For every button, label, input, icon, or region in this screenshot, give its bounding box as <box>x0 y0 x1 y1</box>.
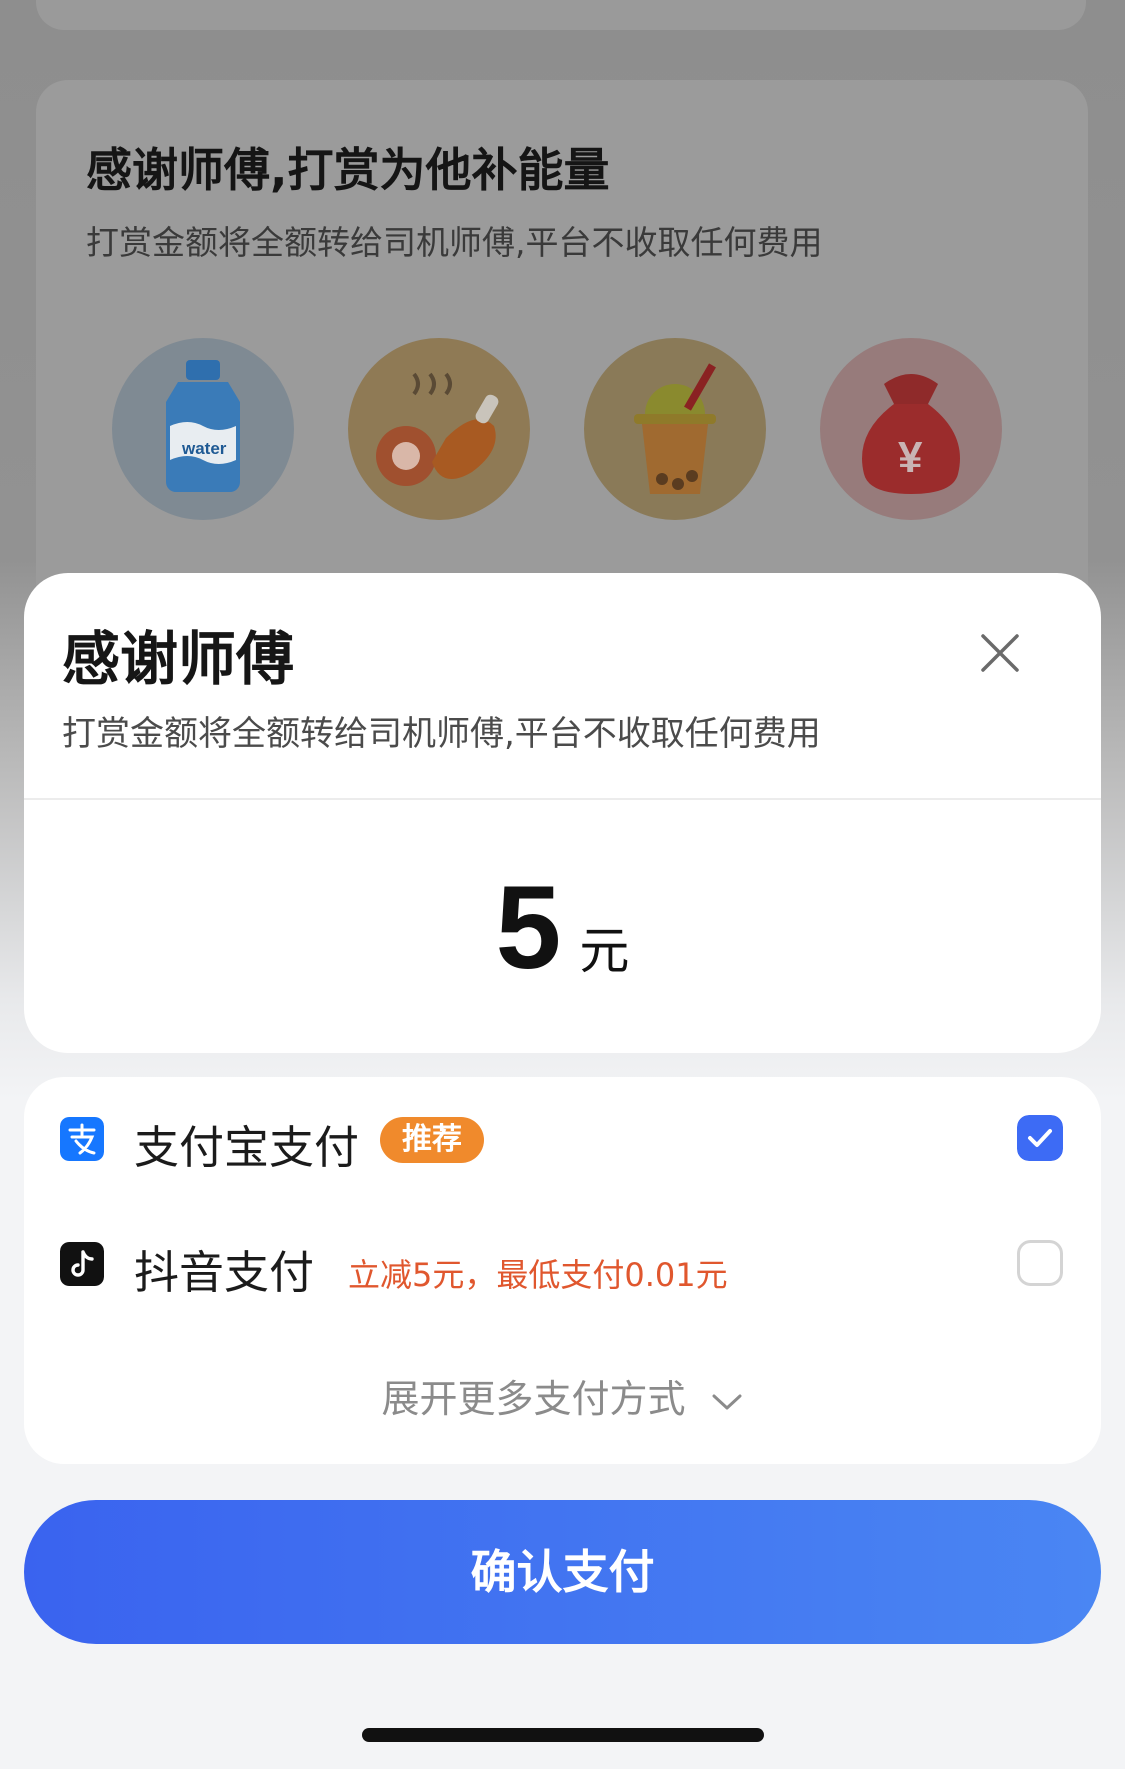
close-button[interactable] <box>975 628 1025 678</box>
svg-text:¥: ¥ <box>898 433 923 482</box>
promo-text: 立减5元，最低支付0.01元 <box>348 1256 728 1294</box>
payment-option-douyin[interactable]: 抖音支付 立减5元，最低支付0.01元 <box>60 1232 1070 1302</box>
water-bottle-icon: water <box>166 360 240 492</box>
gift-chicken <box>348 338 530 520</box>
milk-tea-icon <box>634 363 716 494</box>
chicken-leg-icon <box>376 372 499 486</box>
gift-milk-tea <box>584 338 766 520</box>
sheet-subtitle: 打赏金额将全额转给司机师傅,平台不收取任何费用 <box>62 714 821 754</box>
divider <box>24 798 1101 800</box>
confirm-payment-button[interactable]: 确认支付 <box>24 1500 1101 1644</box>
expand-label: 展开更多支付方式 <box>381 1377 686 1421</box>
tip-amount: 5元 <box>0 860 1125 996</box>
chevron-down-icon <box>712 1394 742 1409</box>
home-indicator <box>362 1728 764 1742</box>
expand-more-payment-methods[interactable]: 展开更多支付方式 <box>0 1368 1125 1423</box>
amount-value: 5 <box>495 862 562 994</box>
sheet-title: 感谢师傅 <box>62 625 295 693</box>
gift-money-bag: ¥ <box>820 338 1002 520</box>
payment-label: 支付宝支付 <box>134 1121 360 1174</box>
background-card-top <box>36 0 1086 30</box>
close-icon <box>981 634 1019 672</box>
payment-option-alipay[interactable]: 支付宝支付 推荐 <box>60 1107 1070 1177</box>
recommended-badge: 推荐 <box>380 1117 484 1163</box>
douyin-icon <box>60 1242 104 1286</box>
amount-unit: 元 <box>579 922 630 980</box>
background-subtitle: 打赏金额将全额转给司机师傅,平台不收取任何费用 <box>86 223 823 262</box>
background-title: 感谢师傅,打赏为他补能量 <box>86 143 610 197</box>
checkbox-unchecked-icon[interactable] <box>1017 1240 1063 1286</box>
gift-water: water <box>112 338 294 520</box>
payment-label: 抖音支付 <box>134 1246 315 1299</box>
money-bag-icon: ¥ <box>862 374 960 494</box>
svg-text:water: water <box>181 439 227 458</box>
checkbox-checked-icon[interactable] <box>1017 1115 1063 1161</box>
alipay-icon <box>60 1117 104 1161</box>
